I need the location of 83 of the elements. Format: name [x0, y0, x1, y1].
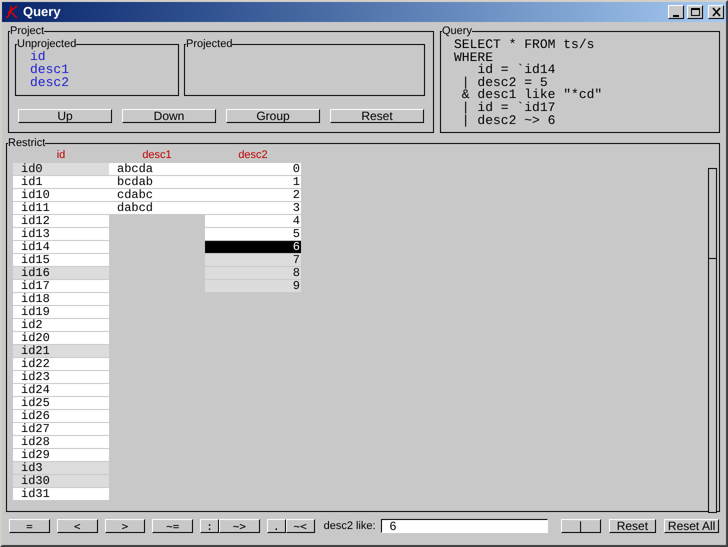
- table-cell[interactable]: id23: [13, 371, 109, 384]
- table-cell[interactable]: id1: [13, 176, 109, 189]
- operator-button[interactable]: =: [9, 519, 50, 533]
- group-title: Projected: [186, 37, 232, 51]
- operator-button[interactable]: <: [56, 519, 98, 533]
- window-title: Query: [23, 3, 62, 22]
- query-line: & desc1 like "*cd": [460, 89, 602, 102]
- table-cell[interactable]: abcda: [109, 163, 205, 176]
- group-title: Project: [10, 24, 44, 38]
- table-cell[interactable]: id26: [13, 410, 109, 423]
- table-cell[interactable]: 4: [205, 215, 301, 228]
- table-cell[interactable]: id27: [13, 423, 109, 436]
- table-cell[interactable]: 7: [205, 254, 301, 267]
- table-cell[interactable]: id2: [13, 319, 109, 332]
- table-cell[interactable]: id3: [13, 462, 109, 475]
- table-cell[interactable]: id12: [13, 215, 109, 228]
- table-cell[interactable]: 6: [205, 241, 301, 254]
- toolbar-button[interactable]: Reset All: [664, 519, 719, 533]
- operator-button[interactable]: .: [266, 519, 286, 533]
- query-line: id = `id14: [476, 64, 556, 77]
- table-cell[interactable]: id11: [13, 202, 109, 215]
- table-cell[interactable]: id17: [13, 280, 109, 293]
- table-cell[interactable]: id14: [13, 241, 109, 254]
- minimize-icon: [672, 15, 678, 17]
- table-cell[interactable]: 5: [205, 228, 301, 241]
- filter-label: desc2 like:: [324, 518, 376, 534]
- operator-button[interactable]: ~>: [219, 519, 260, 533]
- table-cell[interactable]: 9: [205, 280, 301, 293]
- close-button[interactable]: [708, 5, 724, 19]
- group-title: Query: [442, 24, 472, 38]
- operator-button[interactable]: >: [104, 519, 146, 533]
- table-cell[interactable]: 8: [205, 267, 301, 280]
- maximize-icon: [690, 8, 700, 16]
- project-button[interactable]: Reset: [330, 109, 424, 123]
- column-header[interactable]: desc1: [142, 149, 172, 162]
- field-item[interactable]: id: [30, 50, 46, 63]
- table-cell[interactable]: id31: [13, 488, 109, 501]
- table-cell[interactable]: id18: [13, 293, 109, 306]
- table-cell[interactable]: id21: [13, 345, 109, 358]
- table-cell[interactable]: id0: [13, 163, 109, 176]
- group-title: Unprojected: [17, 37, 76, 51]
- table-cell[interactable]: id30: [13, 475, 109, 488]
- table-cell[interactable]: 3: [205, 202, 301, 215]
- operator-button[interactable]: :: [200, 519, 220, 533]
- table-cell[interactable]: id16: [13, 267, 109, 280]
- table-cell[interactable]: 2: [205, 189, 301, 202]
- column-header[interactable]: id: [56, 149, 66, 162]
- table-cell[interactable]: id28: [13, 436, 109, 449]
- table-cell[interactable]: id13: [13, 228, 109, 241]
- table-cell[interactable]: id10: [13, 189, 109, 202]
- table-cell[interactable]: id20: [13, 332, 109, 345]
- project-button[interactable]: Group: [226, 109, 320, 123]
- query-line: SELECT * FROM ts/s: [454, 39, 594, 52]
- field-item[interactable]: desc1: [30, 63, 70, 76]
- column-header[interactable]: desc2: [238, 149, 268, 162]
- table-cell[interactable]: id25: [13, 397, 109, 410]
- filter-field[interactable]: 6: [380, 519, 548, 533]
- maximize-button[interactable]: [687, 5, 703, 19]
- scroll-bar[interactable]: [708, 168, 717, 513]
- table-cell[interactable]: id15: [13, 254, 109, 267]
- table-cell[interactable]: id24: [13, 384, 109, 397]
- query-line: | id = `id17: [460, 102, 556, 115]
- toolbar-button[interactable]: |: [560, 519, 600, 533]
- table-cell[interactable]: cdabc: [109, 189, 205, 202]
- project-button[interactable]: Down: [122, 109, 216, 123]
- table-cell[interactable]: 1: [205, 176, 301, 189]
- query-line: WHERE: [454, 52, 494, 64]
- table-cell[interactable]: id29: [13, 449, 109, 462]
- toolbar-button[interactable]: Reset: [608, 519, 656, 533]
- close-icon: [712, 7, 720, 17]
- operator-button[interactable]: ~=: [152, 519, 194, 533]
- table-cell[interactable]: id22: [13, 358, 109, 371]
- query-line: | desc2 ~> 6: [460, 114, 556, 128]
- project-button[interactable]: Up: [18, 109, 112, 123]
- table-cell[interactable]: id19: [13, 306, 109, 319]
- table-cell[interactable]: bcdab: [109, 176, 205, 189]
- operator-button[interactable]: ~<: [286, 519, 315, 533]
- minimize-button[interactable]: [668, 5, 684, 19]
- field-item[interactable]: desc2: [30, 76, 70, 89]
- table-cell[interactable]: 0: [205, 163, 301, 176]
- app-logo-icon: [4, 4, 20, 20]
- table-cell[interactable]: dabcd: [109, 202, 205, 215]
- query-line: | desc2 = 5: [460, 76, 548, 90]
